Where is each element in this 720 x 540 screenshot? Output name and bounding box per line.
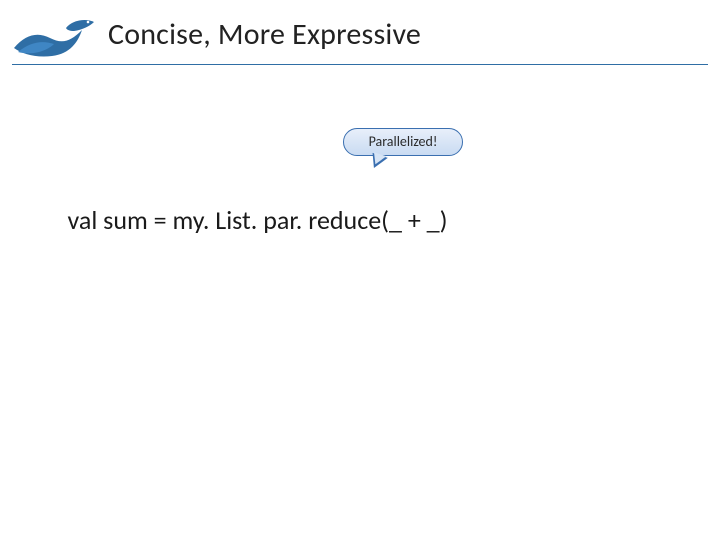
code-prefix: val sum = my. List.	[68, 204, 264, 236]
callout-label: Parallelized!	[369, 133, 438, 150]
title-underline	[12, 64, 708, 65]
slide-title: Concise, More Expressive	[108, 16, 421, 53]
slide-header: Concise, More Expressive	[0, 10, 720, 70]
code-emph-par: par	[263, 204, 296, 236]
code-line: val sum = my. List. par. reduce(_ + _)	[44, 172, 448, 268]
callout-parallelized: Parallelized!	[343, 128, 463, 156]
code-suffix: . reduce(_ + _)	[296, 204, 448, 236]
logo-ocean-wave-icon	[12, 8, 96, 62]
slide: Concise, More Expressive Parallelized! v…	[0, 0, 720, 540]
